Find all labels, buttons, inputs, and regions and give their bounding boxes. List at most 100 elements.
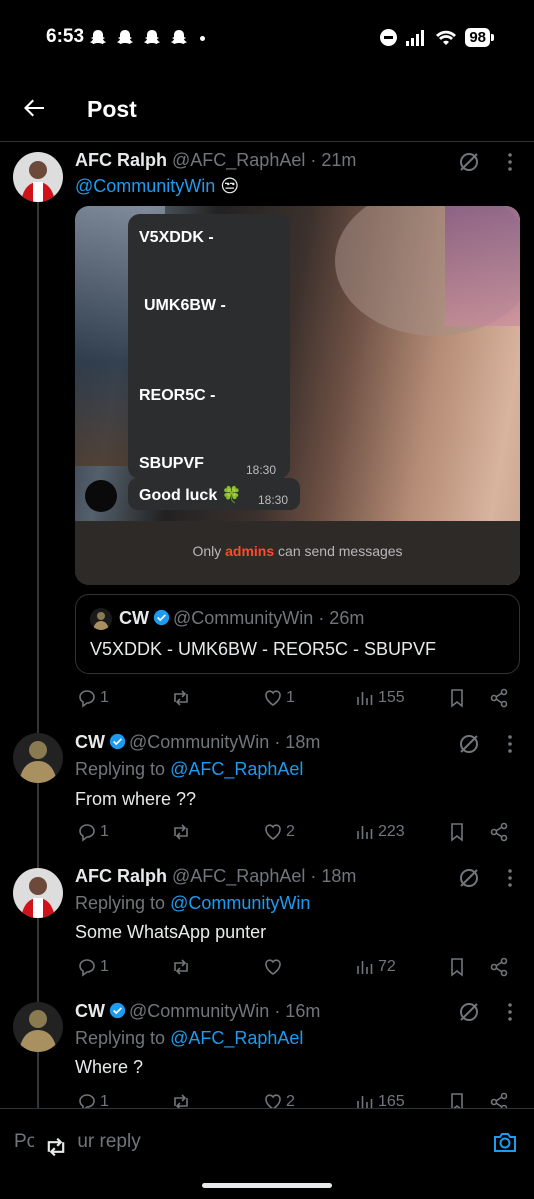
reply-actions: 1 2 223 xyxy=(75,822,520,848)
reply-author[interactable]: CW @CommunityWin · 16m xyxy=(75,1001,320,1022)
reply-text: From where ?? xyxy=(75,789,197,809)
view-count: 155 xyxy=(378,689,405,706)
verified-badge-icon xyxy=(109,1002,126,1019)
grok-icon[interactable] xyxy=(457,866,481,890)
heart-icon xyxy=(265,959,281,975)
views-button[interactable]: 223 xyxy=(355,822,405,842)
grok-icon[interactable] xyxy=(457,150,481,174)
code-text: REOR5C - xyxy=(139,387,216,404)
reply-author[interactable]: CW @CommunityWin · 18m xyxy=(75,732,320,753)
camera-icon[interactable] xyxy=(492,1129,518,1155)
admins-only-bar: Only admins can send messages xyxy=(75,521,520,585)
reply-button[interactable]: 1 xyxy=(77,688,109,708)
author-name: CW xyxy=(75,732,105,752)
snapchat-icon xyxy=(144,30,160,44)
code-text: V5XDDK - xyxy=(139,229,214,246)
avatar[interactable] xyxy=(13,868,63,918)
like-button[interactable]: 2 xyxy=(263,822,295,842)
repost-button[interactable] xyxy=(171,822,194,842)
reply-button[interactable]: 1 xyxy=(77,957,109,977)
more-options-icon[interactable] xyxy=(500,1002,520,1022)
bookmark-button[interactable] xyxy=(447,688,467,708)
avatar[interactable] xyxy=(13,152,63,202)
home-indicator[interactable] xyxy=(202,1183,332,1188)
post-image[interactable]: V5XDDK - UMK6BW - REOR5C - SBUPVF 18:30 … xyxy=(75,206,520,585)
message-text: Good luck 🍀 xyxy=(139,487,242,504)
verified-badge-icon xyxy=(109,733,126,750)
reply-icon xyxy=(79,959,95,977)
like-count: 1 xyxy=(286,689,295,706)
avatar[interactable] xyxy=(13,1002,63,1052)
like-button[interactable]: 1 xyxy=(263,688,295,708)
reply-icon xyxy=(79,824,95,842)
mention-link[interactable]: @CommunityWin xyxy=(75,176,215,196)
replying-to: Replying to @AFC_RaphAel xyxy=(75,1028,303,1049)
grok-icon[interactable] xyxy=(457,732,481,756)
author-name: CW xyxy=(119,608,149,628)
more-options-icon[interactable] xyxy=(500,734,520,754)
replying-label: Replying to xyxy=(75,893,166,913)
mention-link[interactable]: @AFC_RaphAel xyxy=(170,759,303,779)
author-name: AFC Ralph xyxy=(75,866,167,886)
author-name: AFC Ralph xyxy=(75,150,167,170)
grok-icon[interactable] xyxy=(457,1000,481,1024)
post-author[interactable]: AFC Ralph @AFC_RaphAel · 21m xyxy=(75,150,356,171)
bookmark-icon xyxy=(451,823,463,842)
bookmark-button[interactable] xyxy=(447,957,467,977)
image-background xyxy=(445,206,520,326)
view-count: 223 xyxy=(378,823,405,840)
author-handle: @AFC_RaphAel xyxy=(172,866,306,886)
reply-button[interactable]: 1 xyxy=(77,822,109,842)
quoted-text: V5XDDK - UMK6BW - REOR5C - SBUPVF xyxy=(90,639,437,659)
bookmark-icon xyxy=(451,689,463,708)
reply-icon xyxy=(79,690,95,708)
mention-link[interactable]: @CommunityWin xyxy=(170,893,310,913)
post-time: · 21m xyxy=(310,150,357,170)
like-count: 2 xyxy=(286,823,295,840)
quoted-post[interactable]: CW @CommunityWin · 26m V5XDDK - UMK6BW - … xyxy=(75,594,520,674)
replying-to: Replying to @CommunityWin xyxy=(75,893,310,914)
views-icon xyxy=(357,961,373,974)
author-name: CW xyxy=(75,1001,105,1021)
more-options-icon[interactable] xyxy=(500,152,520,172)
replying-label: Replying to xyxy=(75,1028,166,1048)
code-text: SBUPVF xyxy=(139,455,204,472)
repost-button[interactable] xyxy=(171,957,194,977)
heart-icon xyxy=(265,824,281,840)
reply-text: Some WhatsApp punter xyxy=(75,922,267,942)
post-time: · 18m xyxy=(310,866,357,886)
views-icon xyxy=(357,692,373,705)
floating-repost-button[interactable] xyxy=(34,1125,78,1169)
repost-icon xyxy=(47,1137,65,1157)
admins-only-text: Only admins can send messages xyxy=(75,543,520,559)
message-time: 18:30 xyxy=(258,493,289,507)
status-time: 6:53 xyxy=(46,26,85,47)
views-button[interactable]: 155 xyxy=(355,688,405,708)
snapchat-icon xyxy=(171,30,187,44)
share-button[interactable] xyxy=(489,822,509,842)
wifi-icon xyxy=(436,30,457,45)
battery-indicator: 98 xyxy=(465,28,494,47)
back-arrow-icon[interactable] xyxy=(20,94,48,122)
author-handle: @CommunityWin xyxy=(129,732,270,752)
reply-composer[interactable]: Post your reply xyxy=(0,1108,534,1199)
avatar[interactable] xyxy=(13,733,63,783)
share-icon xyxy=(490,957,508,977)
share-button[interactable] xyxy=(489,957,509,977)
like-button[interactable] xyxy=(263,957,286,977)
views-button[interactable]: 72 xyxy=(355,957,396,977)
message-time: 18:30 xyxy=(246,463,277,477)
reply-count: 1 xyxy=(100,689,109,706)
bookmark-button[interactable] xyxy=(447,822,467,842)
emoji: 😒 xyxy=(220,176,240,196)
share-button[interactable] xyxy=(489,688,509,708)
reply-text: Where ? xyxy=(75,1057,144,1077)
admins-word: admins xyxy=(225,543,275,559)
repost-button[interactable] xyxy=(171,688,194,708)
post-text: @CommunityWin 😒 xyxy=(75,176,239,197)
mention-link[interactable]: @AFC_RaphAel xyxy=(170,1028,303,1048)
reply-author[interactable]: AFC Ralph @AFC_RaphAel · 18m xyxy=(75,866,356,887)
more-options-icon[interactable] xyxy=(500,868,520,888)
reply-actions: 1 72 xyxy=(75,957,520,983)
view-count: 72 xyxy=(378,958,396,975)
